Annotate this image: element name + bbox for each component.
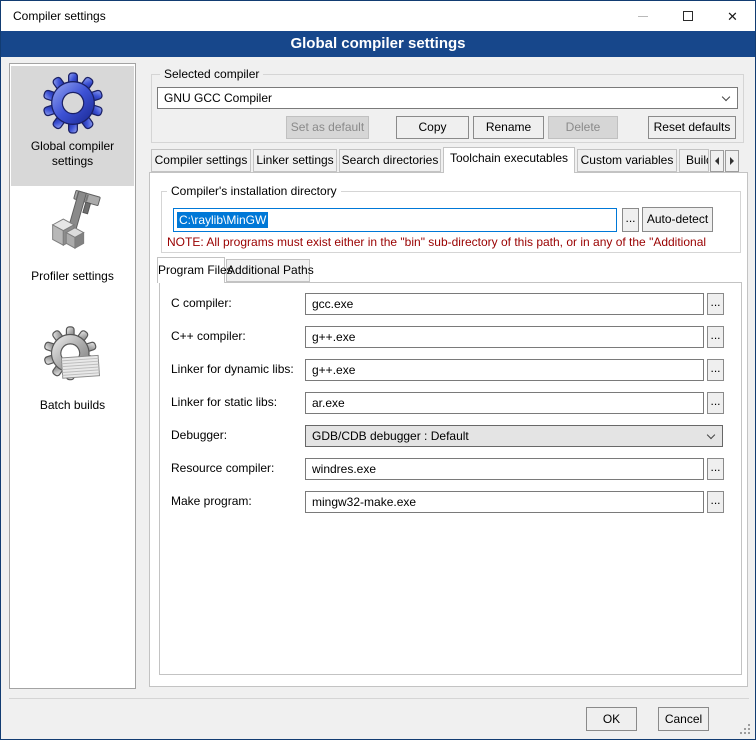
subtab-additional-paths[interactable]: Additional Paths (226, 259, 310, 282)
sidebar-item-profiler-settings[interactable]: Profiler settings (11, 188, 134, 292)
ok-button[interactable]: OK (586, 707, 637, 731)
cpp-compiler-browse-button[interactable]: ... (707, 326, 724, 348)
resource-compiler-field[interactable]: windres.exe (305, 458, 704, 480)
blue-gear-icon (42, 72, 104, 134)
maximize-button[interactable] (665, 1, 710, 31)
sidebar-item-batch-builds[interactable]: Batch builds (11, 322, 134, 418)
copy-button[interactable]: Copy (396, 116, 469, 139)
note-text: NOTE: All programs must exist either in … (167, 235, 743, 249)
tab-linker-settings[interactable]: Linker settings (253, 149, 337, 172)
tab-build-truncated[interactable]: Build (679, 149, 709, 172)
reset-defaults-button[interactable]: Reset defaults (648, 116, 736, 139)
linker-static-label: Linker for static libs: (171, 395, 303, 410)
resource-compiler-label: Resource compiler: (171, 461, 303, 476)
batch-builds-gear-icon (42, 326, 104, 388)
close-icon: ✕ (727, 10, 738, 23)
c-compiler-field[interactable]: gcc.exe (305, 293, 704, 315)
close-button[interactable]: ✕ (710, 1, 755, 31)
tab-scroll-left-button[interactable] (710, 150, 724, 172)
tab-scroll-left-icon (715, 157, 719, 165)
c-compiler-label: C compiler: (171, 296, 303, 311)
sidebar-item-label: Global compiler settings (11, 139, 134, 169)
linker-dynamic-field[interactable]: g++.exe (305, 359, 704, 381)
tab-custom-variables[interactable]: Custom variables (577, 149, 677, 172)
subtab-program-files[interactable]: Program Files (157, 257, 225, 283)
sidebar-item-label: Batch builds (11, 398, 134, 413)
make-program-browse-button[interactable]: ... (707, 491, 724, 513)
footer-separator (9, 698, 749, 699)
installation-directory-value: C:\raylib\MinGW (177, 212, 268, 228)
sidebar-item-label: Profiler settings (11, 269, 134, 284)
tab-toolchain-executables[interactable]: Toolchain executables (443, 147, 575, 173)
cancel-button[interactable]: Cancel (658, 707, 709, 731)
installation-directory-group-label: Compiler's installation directory (167, 184, 341, 198)
window-title: Compiler settings (13, 1, 106, 31)
debugger-select[interactable]: GDB/CDB debugger : Default (305, 425, 723, 447)
auto-detect-button[interactable]: Auto-detect (642, 207, 713, 232)
linker-static-browse-button[interactable]: ... (707, 392, 724, 414)
tab-scroll-right-icon (730, 157, 734, 165)
cpp-compiler-field[interactable]: g++.exe (305, 326, 704, 348)
linker-static-field[interactable]: ar.exe (305, 392, 704, 414)
compiler-select-value: GNU GCC Compiler (164, 88, 715, 108)
selected-compiler-group-label: Selected compiler (160, 67, 263, 81)
caliper-icon (42, 190, 104, 252)
rename-button[interactable]: Rename (473, 116, 544, 139)
resize-grip[interactable] (748, 732, 750, 734)
linker-dynamic-browse-button[interactable]: ... (707, 359, 724, 381)
chevron-down-icon (707, 431, 715, 439)
sidebar-item-global-compiler-settings[interactable]: Global compiler settings (11, 66, 134, 186)
caption-buttons: ✕ (620, 1, 755, 31)
minimize-button[interactable] (620, 1, 665, 31)
compiler-select[interactable]: GNU GCC Compiler (157, 87, 738, 109)
compiler-settings-dialog: Compiler settings ✕ Global compiler sett… (0, 0, 756, 740)
make-program-field[interactable]: mingw32-make.exe (305, 491, 704, 513)
settings-sidebar: Global compiler settings Profil (9, 63, 136, 689)
tab-compiler-settings[interactable]: Compiler settings (151, 149, 251, 172)
linker-dynamic-label: Linker for dynamic libs: (171, 362, 303, 377)
debugger-select-value: GDB/CDB debugger : Default (312, 426, 700, 446)
make-program-label: Make program: (171, 494, 303, 509)
chevron-down-icon (722, 93, 730, 101)
title-bar: Compiler settings ✕ (1, 1, 755, 31)
set-as-default-button[interactable]: Set as default (286, 116, 369, 139)
installation-directory-input[interactable]: C:\raylib\MinGW (173, 208, 617, 232)
cpp-compiler-label: C++ compiler: (171, 329, 303, 344)
resource-compiler-browse-button[interactable]: ... (707, 458, 724, 480)
minimize-icon (638, 16, 648, 17)
dialog-header: Global compiler settings (1, 31, 755, 57)
tab-scroll-right-button[interactable] (725, 150, 739, 172)
maximize-icon (683, 11, 693, 21)
browse-directory-button[interactable]: ... (622, 208, 639, 232)
c-compiler-browse-button[interactable]: ... (707, 293, 724, 315)
debugger-label: Debugger: (171, 428, 303, 443)
delete-button[interactable]: Delete (548, 116, 618, 139)
tab-search-directories[interactable]: Search directories (339, 149, 441, 172)
